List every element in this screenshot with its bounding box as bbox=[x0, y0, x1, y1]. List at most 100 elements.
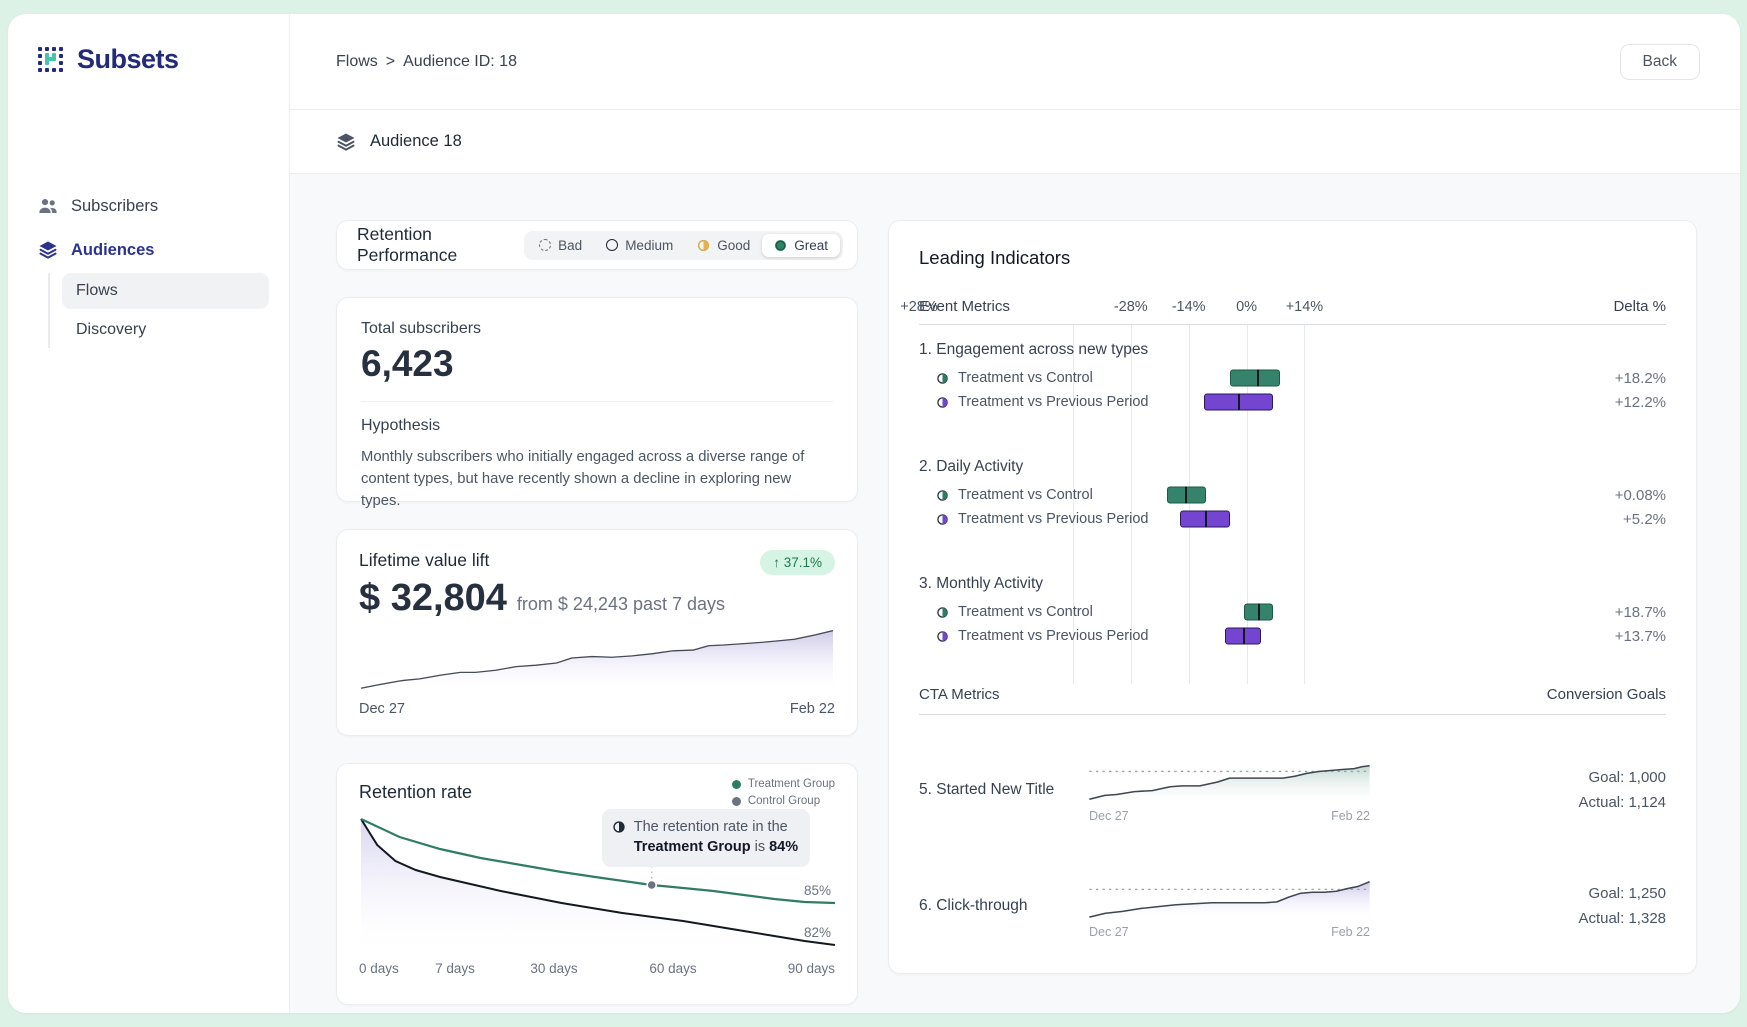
performance-option-bad[interactable]: Bad bbox=[527, 234, 594, 257]
goal-value: Goal: 1,250 bbox=[1578, 885, 1666, 902]
range-box bbox=[1244, 604, 1273, 621]
retention-rate-card: Retention rate Treatment Group Control G… bbox=[336, 763, 858, 1005]
medium-rating-icon bbox=[606, 239, 618, 251]
sidebar-item-subscribers[interactable]: Subscribers bbox=[28, 187, 269, 225]
leading-indicators-card: Leading Indicators Event Metrics -28% -1… bbox=[888, 220, 1697, 974]
axis-tick: +28% bbox=[900, 299, 938, 315]
ltv-subtext: from $ 24,243 past 7 days bbox=[517, 594, 725, 615]
tooltip-value: 84% bbox=[769, 839, 798, 855]
good-rating-icon bbox=[697, 239, 710, 252]
users-icon bbox=[38, 196, 58, 216]
sidebar-item-audiences[interactable]: Audiences bbox=[28, 231, 269, 269]
performance-option-good[interactable]: Good bbox=[685, 234, 762, 257]
ltv-title: Lifetime value lift bbox=[359, 550, 489, 571]
delta-value: +12.2% bbox=[1615, 394, 1666, 411]
group-name: 2. Daily Activity bbox=[919, 458, 1666, 476]
row-label-block: Treatment vs Control bbox=[919, 604, 1093, 620]
sidebar-item-label: Subscribers bbox=[71, 197, 158, 216]
page-title: Audience 18 bbox=[370, 132, 462, 151]
sidebar-item-label: Audiences bbox=[71, 241, 154, 260]
cta-row-label: 5. Started New Title bbox=[919, 781, 1087, 799]
tooltip-group: Treatment Group bbox=[634, 839, 751, 855]
delta-header: Delta % bbox=[1613, 298, 1666, 315]
sidebar-subitem-flows[interactable]: Flows bbox=[62, 273, 269, 309]
x-tick: 60 days bbox=[649, 961, 696, 976]
metric-row: Treatment vs Control +18.7% bbox=[919, 600, 1666, 624]
performance-option-great[interactable]: Great bbox=[762, 234, 840, 257]
event-metrics-header: Event Metrics -28% -14% 0% +14% +28% Del… bbox=[919, 295, 1666, 325]
row-label: Treatment vs Control bbox=[958, 370, 1093, 386]
row-label-block: Treatment vs Previous Period bbox=[919, 511, 1148, 527]
hypothesis-text: Monthly subscribers who initially engage… bbox=[361, 446, 833, 513]
chart-legend: Treatment Group Control Group bbox=[732, 778, 835, 807]
click-through-sparkline: Dec 27 Feb 22 bbox=[1087, 871, 1372, 941]
row-label: Treatment vs Previous Period bbox=[958, 511, 1148, 527]
metric-group-engagement: 1. Engagement across new types Treatment… bbox=[919, 341, 1666, 414]
leading-indicators-title: Leading Indicators bbox=[919, 247, 1666, 269]
performance-option-medium[interactable]: Medium bbox=[594, 234, 685, 257]
spark-end-date: Feb 22 bbox=[1331, 925, 1370, 939]
metric-row: Treatment vs Previous Period +13.7% bbox=[919, 624, 1666, 648]
legend-treatment-group: Treatment Group bbox=[732, 778, 835, 790]
row-label-block: Treatment vs Control bbox=[919, 487, 1093, 503]
left-column: Retention Performance Bad Medium bbox=[336, 220, 858, 1013]
median-line bbox=[1205, 511, 1207, 528]
ltv-header: Lifetime value lift ↑ 37.1% bbox=[359, 550, 835, 575]
metric-row: Treatment vs Previous Period +12.2% bbox=[919, 390, 1666, 414]
ltv-value: $ 32,804 bbox=[359, 577, 507, 620]
divider bbox=[361, 401, 833, 402]
ltv-start-date: Dec 27 bbox=[359, 701, 405, 717]
subsets-logo-icon bbox=[36, 45, 66, 75]
breadcrumb-flows[interactable]: Flows bbox=[336, 53, 378, 71]
treatment-vs-previous-icon bbox=[936, 513, 949, 526]
spark-end-date: Feb 22 bbox=[1331, 809, 1370, 823]
legend-label: Control Group bbox=[748, 795, 820, 807]
sidebar: Subsets Subscribers Audiences Flows bbox=[8, 14, 290, 1013]
row-label-block: Treatment vs Control bbox=[919, 370, 1093, 386]
sidebar-nav: Subscribers Audiences Flows Discovery bbox=[28, 187, 269, 348]
breadcrumb: Flows > Audience ID: 18 bbox=[336, 53, 517, 71]
axis-tick: -14% bbox=[1172, 299, 1206, 315]
delta-value: +18.7% bbox=[1615, 604, 1666, 621]
row-label: Treatment vs Previous Period bbox=[958, 628, 1148, 644]
ltv-end-date: Feb 22 bbox=[790, 701, 835, 717]
sidebar-subitem-discovery[interactable]: Discovery bbox=[62, 312, 269, 348]
median-line bbox=[1238, 394, 1240, 411]
x-tick: 0 days bbox=[359, 961, 399, 976]
treatment-vs-control-icon bbox=[936, 372, 949, 385]
delta-value: +18.2% bbox=[1615, 370, 1666, 387]
option-label: Great bbox=[794, 238, 828, 253]
retention-x-axis: 0 days 7 days 30 days 60 days 90 days bbox=[359, 961, 835, 981]
retention-performance-card: Retention Performance Bad Medium bbox=[336, 220, 858, 270]
option-label: Bad bbox=[558, 238, 582, 253]
brand-logo[interactable]: Subsets bbox=[28, 44, 269, 75]
total-subscribers-card: Total subscribers 6,423 Hypothesis Month… bbox=[336, 297, 858, 502]
row-label: Treatment vs Control bbox=[958, 487, 1093, 503]
axis-tick: -28% bbox=[1114, 299, 1148, 315]
range-box bbox=[1167, 487, 1206, 504]
median-line bbox=[1185, 487, 1187, 504]
treatment-vs-previous-icon bbox=[936, 630, 949, 643]
layers-icon bbox=[336, 132, 356, 152]
cta-row-started-new-title: 5. Started New Title bbox=[919, 755, 1666, 825]
treatment-vs-previous-icon bbox=[936, 396, 949, 409]
sidebar-subitem-label: Discovery bbox=[76, 321, 146, 338]
treatment-end-label: 85% bbox=[804, 883, 831, 898]
metric-row: Treatment vs Control +0.08% bbox=[919, 483, 1666, 507]
range-box bbox=[1180, 511, 1231, 528]
metric-group-monthly-activity: 3. Monthly Activity Treatment vs Control… bbox=[919, 575, 1666, 648]
back-button[interactable]: Back bbox=[1620, 44, 1700, 80]
group-name: 3. Monthly Activity bbox=[919, 575, 1666, 593]
cta-row-label: 6. Click-through bbox=[919, 897, 1087, 915]
conversion-goal-values: Goal: 1,000 Actual: 1,124 bbox=[1578, 769, 1666, 811]
sparkline-chart bbox=[1087, 759, 1372, 805]
treatment-legend-dot bbox=[732, 780, 741, 789]
median-line bbox=[1257, 370, 1259, 387]
cta-row-click-through: 6. Click-through bbox=[919, 871, 1666, 941]
delta-value: +0.08% bbox=[1615, 487, 1666, 504]
highlighted-data-point[interactable] bbox=[647, 881, 656, 890]
retention-tooltip: The retention rate in the Treatment Grou… bbox=[602, 809, 810, 867]
row-label: Treatment vs Control bbox=[958, 604, 1093, 620]
metric-group-daily-activity: 2. Daily Activity Treatment vs Control +… bbox=[919, 458, 1666, 531]
tooltip-prefix: The retention rate in the bbox=[634, 819, 788, 835]
